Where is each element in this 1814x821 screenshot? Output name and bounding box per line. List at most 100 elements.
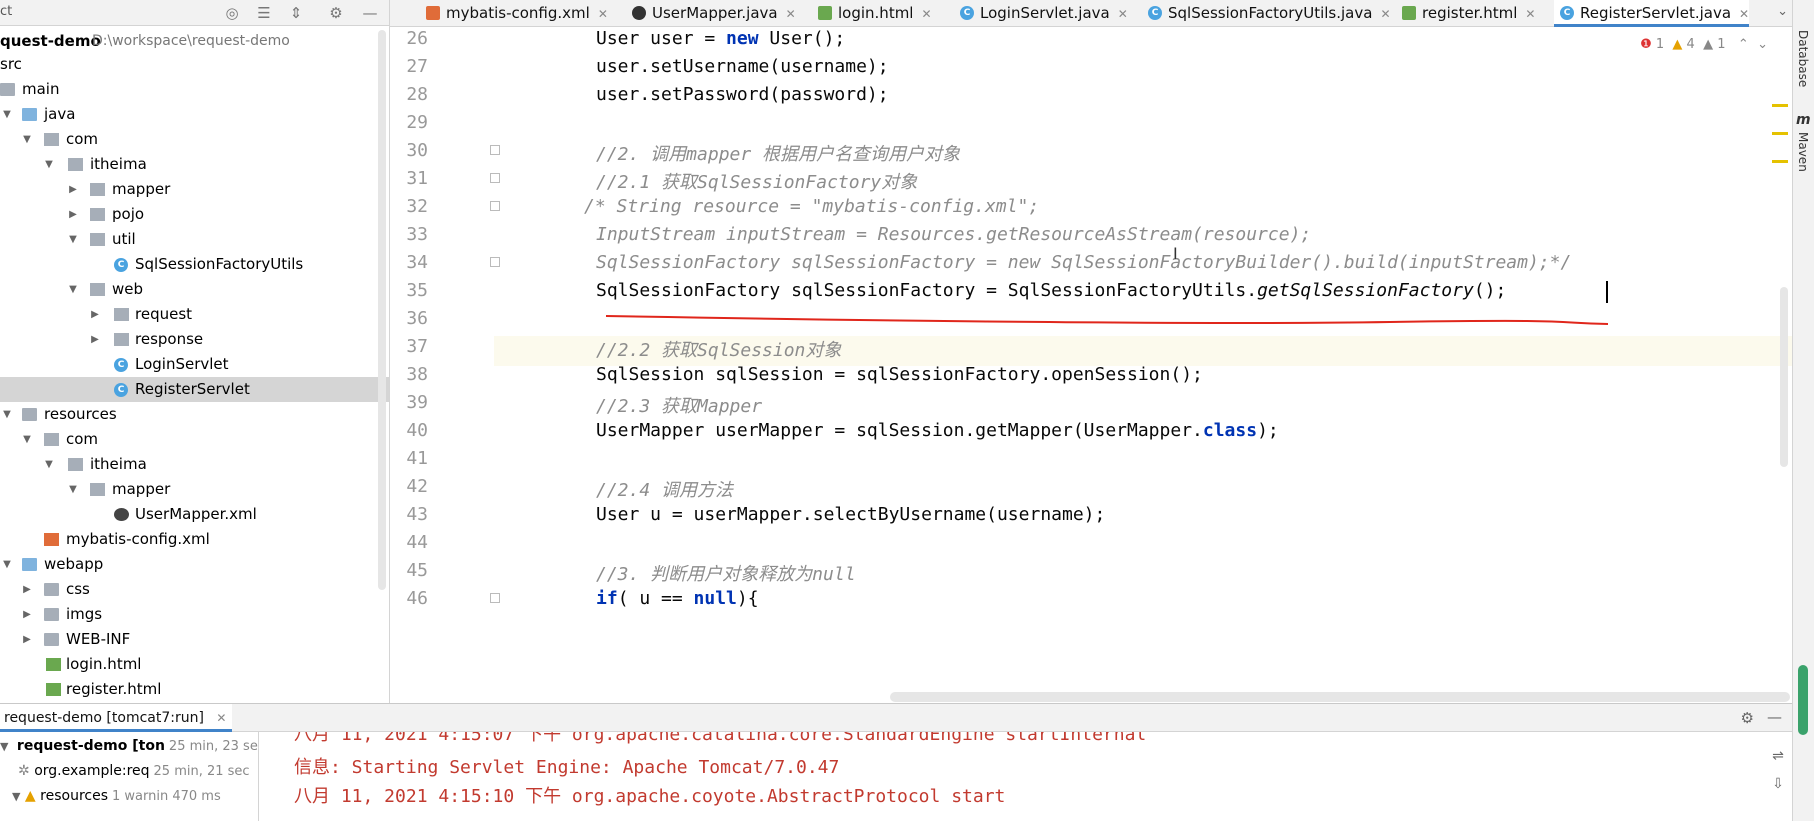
tree-root[interactable]: quest-demo D:\workspace\request-demo [0,30,389,52]
tree-item-web[interactable]: ▼ web [0,277,389,302]
tree-item-src[interactable]: src [0,52,389,77]
chevron-right-icon[interactable]: ▶ [66,177,80,202]
collapse-all-icon[interactable]: ☰ [254,3,274,23]
close-icon[interactable]: ✕ [1739,7,1749,21]
chevron-right-icon[interactable]: ▶ [88,302,102,327]
memory-indicator [1798,665,1808,735]
chevron-right-icon[interactable]: ▶ [20,602,34,627]
tree-item-usermapper-xml[interactable]: UserMapper.xml [0,502,389,527]
tree-item-webapp[interactable]: ▼ webapp [0,552,389,577]
tree-item-util[interactable]: ▼ util [0,227,389,252]
minimize-icon[interactable]: — [360,3,380,23]
tree-item-res-mapper[interactable]: ▼ mapper [0,477,389,502]
weak-warning-icon: ▲ [1703,37,1714,52]
soft-wrap-icon[interactable]: ⇌ [1768,748,1788,768]
inspection-widget[interactable]: ❶ 1 ▲ 4 ▲ 1 ⌃ ⌄ [1640,37,1768,52]
tab-usermapper-java[interactable]: UserMapper.java ✕ [626,0,796,27]
package-icon [44,133,59,146]
chevron-right-icon[interactable]: ▶ [20,627,34,652]
tree-item-loginservlet[interactable]: C LoginServlet [0,352,389,377]
prev-highlight-icon[interactable]: ⌃ [1738,37,1749,52]
close-icon[interactable]: ✕ [786,7,796,21]
chevron-down-icon[interactable]: ▼ [42,152,56,177]
minimize-icon[interactable]: — [1767,708,1782,726]
chevron-right-icon[interactable]: ▶ [66,202,80,227]
tree-item-resources[interactable]: ▼ resources [0,402,389,427]
chevron-down-icon[interactable]: ▼ [20,127,34,152]
run-item-org-example[interactable]: ✲ org.example:req 25 min, 21 sec [0,759,258,784]
tree-item-registerservlet[interactable]: C RegisterServlet [0,377,389,402]
tree-item-itheima[interactable]: ▼ itheima [0,152,389,177]
gear-icon[interactable]: ⚙ [1741,709,1754,727]
tree-item-css[interactable]: ▶ css [0,577,389,602]
tab-loginservlet-java[interactable]: C LoginServlet.java ✕ [954,0,1128,27]
console-output[interactable]: 八月 11, 2021 4:15:07 下午 org.apache.catali… [270,732,1760,821]
chevron-right-icon[interactable]: ▶ [88,327,102,352]
chevron-down-icon[interactable]: ▼ [66,227,80,252]
chevron-down-icon[interactable]: ▼ [20,427,34,452]
root-path: D:\workspace\request-demo [92,33,290,49]
chevron-down-icon[interactable]: ▼ [0,102,14,127]
warning-marker[interactable] [1772,132,1788,135]
tree-item-request[interactable]: ▶ request [0,302,389,327]
gear-icon[interactable]: ⚙ [326,3,346,23]
tree-item-pojo[interactable]: ▶ pojo [0,202,389,227]
close-icon[interactable]: ✕ [1525,7,1535,21]
editor-vertical-scrollbar[interactable] [1780,287,1788,467]
ide-window: ct ◎ ☰ ⇕ ⚙ — quest-demo D:\workspace\req… [0,0,1814,821]
chevron-down-icon[interactable]: ▼ [12,790,20,803]
next-highlight-icon[interactable]: ⌄ [1757,37,1768,52]
close-icon[interactable]: ✕ [216,711,226,725]
tab-mybatis-config[interactable]: mybatis-config.xml ✕ [420,0,608,27]
tab-registerservlet-java[interactable]: C RegisterServlet.java ✕ [1554,0,1750,27]
tabs-menu-icon[interactable]: ⌄ [1777,4,1788,19]
mybatis-bird-icon [114,508,129,521]
warning-marker[interactable] [1772,104,1788,107]
tab-register-html[interactable]: register.html ✕ [1396,0,1535,27]
tab-login-html[interactable]: login.html ✕ [812,0,932,27]
editor-tabs: mybatis-config.xml ✕ UserMapper.java ✕ log… [390,0,1792,27]
mouse-ibeam-cursor: Ι [1173,244,1178,263]
warning-marker[interactable] [1772,160,1788,163]
html-file-icon [818,6,832,20]
chevron-down-icon[interactable]: ▼ [66,477,80,502]
locate-icon[interactable]: ◎ [222,3,242,23]
chevron-right-icon[interactable]: ▶ [20,577,34,602]
tree-item-main[interactable]: main [0,77,389,102]
tree-item-imgs[interactable]: ▶ imgs [0,602,389,627]
tree-item-res-itheima[interactable]: ▼ itheima [0,452,389,477]
chevron-down-icon[interactable]: ▼ [66,277,80,302]
chevron-down-icon[interactable]: ▼ [42,452,56,477]
tab-sqlsessionfactoryutils-java[interactable]: C SqlSessionFactoryUtils.java ✕ [1142,0,1391,27]
tree-item-com[interactable]: ▼ com [0,127,389,152]
tree-item-web-inf[interactable]: ▶ WEB-INF [0,627,389,652]
project-panel: ct ◎ ☰ ⇕ ⚙ — quest-demo D:\workspace\req… [0,0,389,703]
expand-all-icon[interactable]: ⇕ [286,3,306,23]
scroll-to-end-icon[interactable]: ⇩ [1768,776,1788,796]
run-item-request-demo[interactable]: ▼ request-demo [ton 25 min, 23 sec [0,734,258,759]
project-scrollbar[interactable] [378,30,386,590]
tree-item-mybatis-config[interactable]: mybatis-config.xml [0,527,389,552]
code-editor[interactable]: 26 27 28 29 30 31 32 33 34 35 36 37 38 3… [390,27,1792,703]
close-icon[interactable]: ✕ [598,7,608,21]
tree-item-res-com[interactable]: ▼ com [0,427,389,452]
maven-tool-tab[interactable]: Maven [1796,132,1810,172]
close-icon[interactable]: ✕ [1380,7,1390,21]
tree-item-sqlsessionfactoryutils[interactable]: C SqlSessionFactoryUtils [0,252,389,277]
chevron-down-icon[interactable]: ▼ [0,740,8,753]
close-icon[interactable]: ✕ [921,7,931,21]
database-tool-tab[interactable]: Database [1796,30,1810,87]
tree-item-login-html[interactable]: login.html [0,652,389,677]
chevron-down-icon[interactable]: ▼ [0,552,14,577]
chevron-down-icon[interactable]: ▼ [0,402,14,427]
root-name: quest-demo [0,32,101,50]
tree-item-response[interactable]: ▶ response [0,327,389,352]
tree-item-java[interactable]: ▼ java [0,102,389,127]
editor-horizontal-scrollbar[interactable] [890,692,1790,702]
tree-item-mapper[interactable]: ▶ mapper [0,177,389,202]
close-icon[interactable]: ✕ [1118,7,1128,21]
run-divider[interactable] [258,732,259,821]
run-tab[interactable]: request-demo [tomcat7:run] ✕ [0,704,233,732]
run-item-resources[interactable]: ▼ ▲ resources 1 warnin 470 ms [0,784,258,809]
tree-item-register-html[interactable]: register.html [0,677,389,702]
